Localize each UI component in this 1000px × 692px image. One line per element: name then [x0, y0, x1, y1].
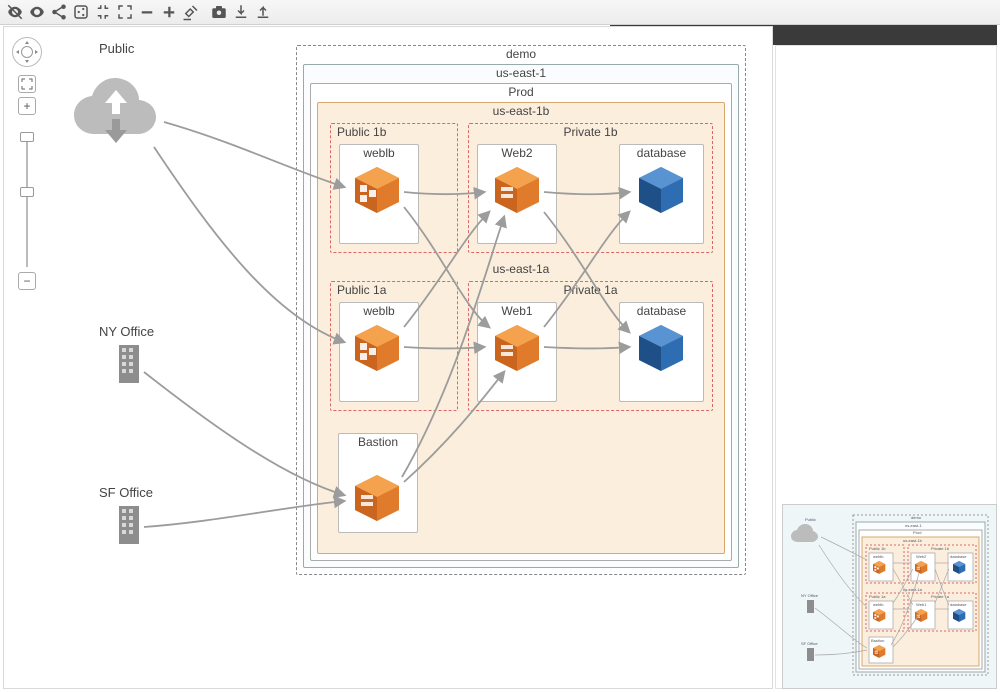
eye-off-icon[interactable]: [4, 1, 26, 23]
web1-label: Web1: [478, 303, 556, 319]
pub1b-title: Public 1b: [331, 124, 457, 140]
svg-text:us-east-1a: us-east-1a: [903, 587, 923, 592]
node-bastion[interactable]: Bastion: [338, 433, 418, 533]
node-db-1a[interactable]: database: [619, 302, 704, 402]
plus-button[interactable]: +: [18, 97, 36, 115]
subnet-public-1a[interactable]: Public 1a weblb: [330, 281, 458, 411]
node-weblb-1b[interactable]: weblb: [339, 144, 419, 244]
region-title: us-east-1: [304, 65, 738, 81]
compress-icon[interactable]: [92, 1, 114, 23]
group-vpc[interactable]: us-east-1b Public 1b weblb Private 1b We…: [317, 102, 725, 554]
priv1b-title: Private 1b: [469, 124, 712, 140]
eye-icon[interactable]: [26, 1, 48, 23]
node-db-1b[interactable]: database: [619, 144, 704, 244]
weblb-1b-label: weblb: [340, 145, 418, 161]
gavel-icon[interactable]: [180, 1, 202, 23]
priv1a-title: Private 1a: [469, 282, 712, 298]
node-web1[interactable]: Web1: [477, 302, 557, 402]
svg-text:database: database: [950, 554, 967, 559]
share-alt-icon[interactable]: [70, 1, 92, 23]
zoom-in-icon[interactable]: [158, 1, 180, 23]
group-prod[interactable]: Prod us-east-1b Public 1b weblb Private …: [310, 83, 732, 561]
camera-icon[interactable]: [208, 1, 230, 23]
az1a-title: us-east-1a: [318, 261, 724, 277]
svg-text:SF Office: SF Office: [801, 641, 818, 646]
group-demo[interactable]: demo us-east-1 Prod us-east-1b Public 1b…: [296, 45, 746, 575]
node-web2[interactable]: Web2: [477, 144, 557, 244]
share-icon[interactable]: [48, 1, 70, 23]
bastion-label: Bastion: [339, 434, 417, 450]
svg-text:database: database: [950, 602, 967, 607]
svg-text:Private 1b: Private 1b: [931, 546, 950, 551]
ny-label: NY Office: [99, 324, 154, 339]
subnet-private-1a[interactable]: Private 1a Web1 database: [468, 281, 713, 411]
az1b-title: us-east-1b: [318, 103, 724, 119]
fit-button[interactable]: [18, 75, 36, 93]
svg-text:Bastion: Bastion: [871, 638, 884, 643]
demo-title: demo: [297, 46, 745, 62]
svg-text:Public 1b: Public 1b: [869, 546, 886, 551]
db1b-label: database: [620, 145, 703, 161]
svg-text:Public: Public: [805, 517, 816, 522]
svg-text:us-east-1: us-east-1: [905, 523, 922, 528]
subnet-private-1b[interactable]: Private 1b Web2 database: [468, 123, 713, 253]
svg-text:Prod: Prod: [913, 530, 921, 535]
download-icon[interactable]: [230, 1, 252, 23]
weblb-1a-label: weblb: [340, 303, 418, 319]
zoom-slider-thumb[interactable]: [20, 187, 34, 197]
svg-text:NY Office: NY Office: [801, 593, 819, 598]
building-icon: [116, 343, 142, 385]
diagram-canvas[interactable]: + − Public NY Office SF Office demo us-e…: [3, 26, 773, 689]
svg-text:Private 1a: Private 1a: [931, 594, 950, 599]
sf-label: SF Office: [99, 485, 153, 500]
svg-text:Public 1a: Public 1a: [869, 594, 886, 599]
public-label: Public: [99, 41, 134, 56]
upload-icon[interactable]: [252, 1, 274, 23]
svg-text:weblb: weblb: [873, 554, 884, 559]
minus-button[interactable]: −: [18, 272, 36, 290]
svg-text:us-east-1b: us-east-1b: [903, 538, 923, 543]
toolbar: [0, 0, 1000, 25]
zoom-out-icon[interactable]: [136, 1, 158, 23]
minimap[interactable]: Public NY Office SF Office demo us-east-…: [782, 504, 997, 689]
prod-title: Prod: [311, 84, 731, 100]
db1a-label: database: [620, 303, 703, 319]
cloud-icon: [69, 65, 164, 155]
building-icon: [116, 504, 142, 546]
group-region[interactable]: us-east-1 Prod us-east-1b Public 1b webl…: [303, 64, 739, 568]
expand-icon[interactable]: [114, 1, 136, 23]
web2-label: Web2: [478, 145, 556, 161]
zoom-slider[interactable]: [26, 137, 28, 267]
pub1a-title: Public 1a: [331, 282, 457, 298]
node-weblb-1a[interactable]: weblb: [339, 302, 419, 402]
subnet-public-1b[interactable]: Public 1b weblb: [330, 123, 458, 253]
svg-text:Web1: Web1: [916, 602, 927, 607]
zoom-slider-thumb-top[interactable]: [20, 132, 34, 142]
svg-text:weblb: weblb: [873, 602, 884, 607]
svg-text:Web2: Web2: [916, 554, 927, 559]
pan-wheel[interactable]: [12, 37, 42, 67]
svg-text:demo: demo: [911, 515, 922, 520]
